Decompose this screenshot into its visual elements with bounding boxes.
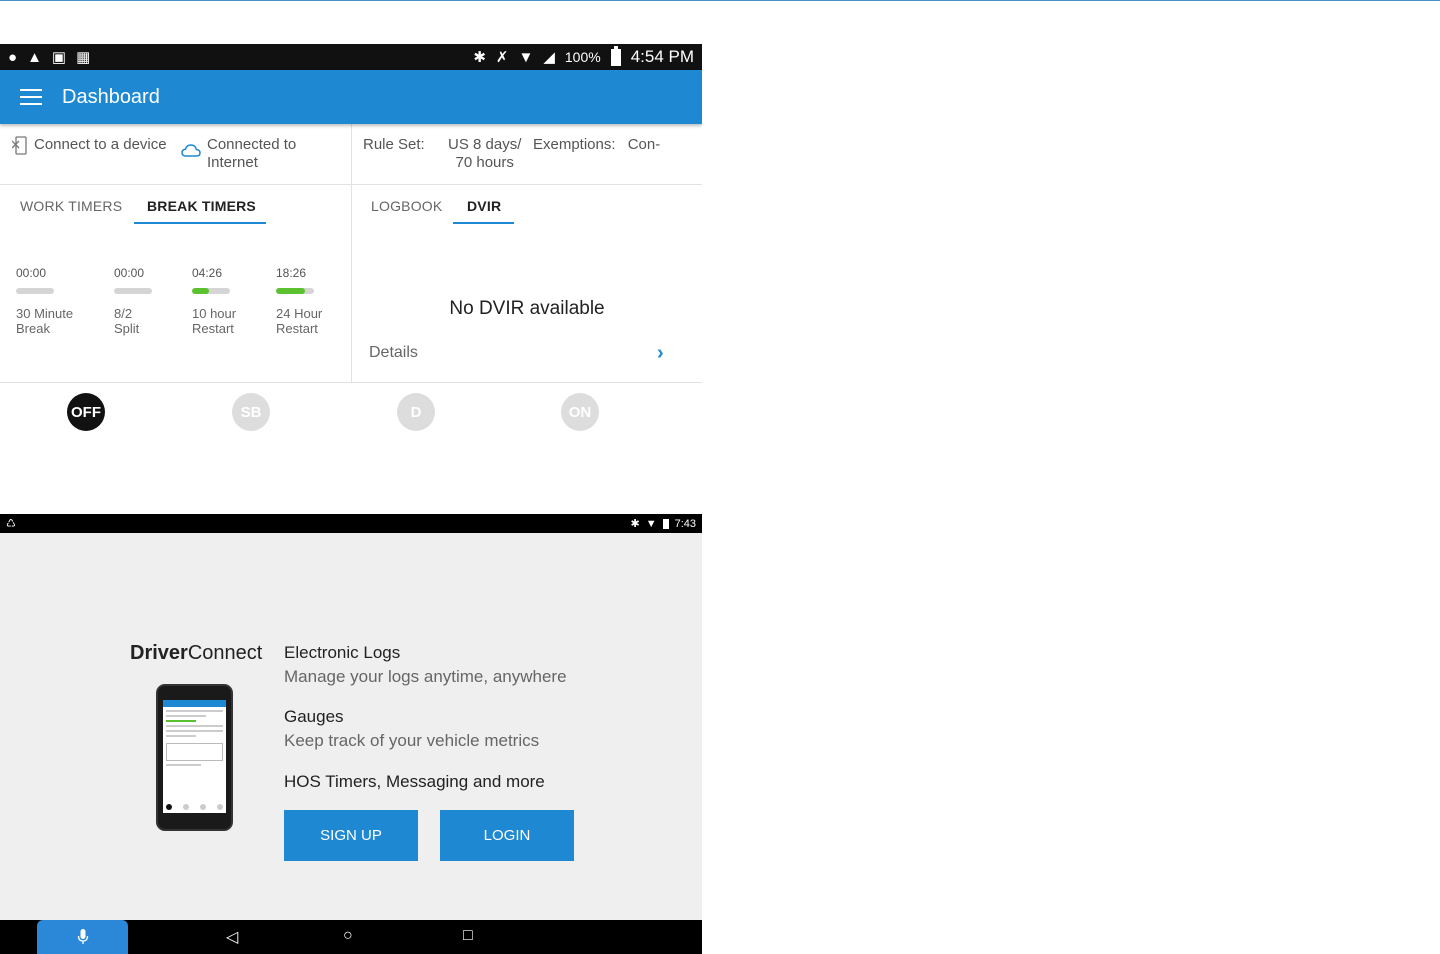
- back-icon[interactable]: ◁: [226, 927, 238, 947]
- page-title: Dashboard: [62, 85, 160, 108]
- exemptions: Exemptions: Con-: [533, 136, 660, 154]
- timer-label-line1: 10 hour: [192, 306, 237, 321]
- cloud-icon: [181, 144, 201, 157]
- duty-status-d-button[interactable]: D: [397, 393, 435, 431]
- feature-title: HOS Timers, Messaging and more: [284, 772, 545, 791]
- wifi-icon: ▼: [518, 48, 534, 66]
- log-tabs: LOGBOOK DVIR: [352, 186, 702, 226]
- brand-regular: Connect: [187, 642, 263, 664]
- timer-value: 18:26: [276, 266, 307, 280]
- login-button[interactable]: LOGIN: [440, 810, 574, 861]
- app-bar: Dashboard: [0, 70, 702, 124]
- sign-up-button[interactable]: SIGN UP: [284, 810, 418, 861]
- timer-value: 00:00: [114, 266, 145, 280]
- mic-button[interactable]: [37, 920, 128, 954]
- phone-screen: [163, 700, 226, 813]
- feature-gauges: Gauges Keep track of your vehicle metric…: [284, 707, 539, 751]
- battery-icon: [662, 518, 669, 529]
- timer-label-line2: Restart: [192, 321, 234, 336]
- device-disconnected-icon: [12, 136, 27, 155]
- internet-label-line1: Connected to: [207, 136, 297, 153]
- timer-tabs: WORK TIMERS BREAK TIMERS: [0, 186, 351, 226]
- horizontal-divider: [0, 382, 702, 383]
- ruleset-label: Rule Set:: [363, 136, 425, 153]
- ruleset: Rule Set: US 8 days/ 70 hours: [363, 136, 525, 172]
- clipboard-icon: ▦: [76, 48, 91, 66]
- connect-device-button[interactable]: Connect to a device: [12, 136, 167, 156]
- feature-electronic-logs: Electronic Logs Manage your logs anytime…: [284, 643, 567, 687]
- signal-icon: ◢: [543, 48, 555, 66]
- exemptions-value: Con-: [627, 136, 661, 153]
- alert-circle-icon: ●: [8, 48, 18, 66]
- status-bar: ♺ ✱ ▼ 7:43: [0, 514, 702, 533]
- battery-icon: [610, 45, 621, 66]
- exemptions-label: Exemptions:: [533, 136, 616, 153]
- status-bar: ● ▲ ▣ ▦ ✱ ✗ ▼ ◢ 100% 4:54 PM: [0, 44, 702, 70]
- ruleset-value-line1: US 8 days/: [448, 136, 522, 153]
- timer-progress-bar: [192, 288, 230, 294]
- timer-value: 00:00: [16, 266, 47, 280]
- bluetooth-icon: ✱: [630, 518, 640, 530]
- vertical-divider: [351, 124, 352, 382]
- tab-work-timers[interactable]: WORK TIMERS: [20, 198, 122, 214]
- tab-active-indicator: [453, 222, 514, 224]
- wifi-icon: ▼: [645, 517, 657, 530]
- warning-icon: ▲: [27, 48, 42, 66]
- tab-dvir[interactable]: DVIR: [467, 198, 501, 214]
- timer-label-line1: 30 Minute: [16, 306, 74, 321]
- timer-label-line2: Break: [16, 321, 50, 336]
- status-time: 7:43: [674, 517, 696, 530]
- feature-title: Electronic Logs: [284, 643, 401, 662]
- timer-label-line2: Split: [114, 321, 140, 336]
- home-icon[interactable]: ○: [343, 927, 353, 945]
- phone-illustration: [156, 684, 233, 831]
- mic-icon: [77, 929, 88, 944]
- status-time: 4:54 PM: [630, 47, 694, 66]
- timer-progress-fill: [276, 288, 306, 294]
- usb-icon: ♺: [6, 518, 16, 530]
- duty-status-sb-button[interactable]: SB: [232, 393, 270, 431]
- mute-icon: ✗: [495, 48, 509, 66]
- feature-title: Gauges: [284, 707, 344, 726]
- tab-logbook[interactable]: LOGBOOK: [371, 198, 442, 214]
- timer-8-2-split: 00:00 8/2 Split: [114, 266, 204, 336]
- duty-status-on-button[interactable]: ON: [561, 393, 599, 431]
- bluetooth-icon: ✱: [473, 48, 486, 66]
- menu-icon[interactable]: [20, 89, 42, 105]
- timer-label-line1: 8/2: [114, 306, 133, 321]
- image-icon: ▣: [51, 48, 67, 66]
- timer-progress-bar: [16, 288, 54, 294]
- timer-label-line1: 24 Hour: [276, 306, 323, 321]
- internet-label-line2: Internet: [207, 154, 258, 171]
- info-bar: Connect to a device Connected to Interne…: [0, 124, 702, 382]
- top-divider-line: [0, 0, 1440, 1]
- timer-progress-bar: [114, 288, 152, 294]
- feature-desc: Manage your logs anytime, anywhere: [284, 667, 567, 686]
- timer-30-minute-break: 00:00 30 Minute Break: [16, 266, 106, 336]
- login-screen: ♺ ✱ ▼ 7:43 DriverConnect Electronic Logs…: [0, 514, 702, 954]
- battery-percent: 100%: [564, 49, 601, 65]
- internet-status: Connected to Internet: [181, 136, 296, 172]
- connect-device-label: Connect to a device: [34, 136, 167, 153]
- timer-10-hour-restart: 04:26 10 hour Restart: [192, 266, 282, 336]
- ruleset-value-line2: 70 hours: [455, 154, 514, 171]
- brand-bold: Driver: [130, 642, 188, 664]
- timer-progress-bar: [276, 288, 314, 294]
- timer-progress-fill: [192, 288, 210, 294]
- tab-active-indicator: [134, 222, 266, 224]
- details-link[interactable]: Details: [369, 344, 418, 362]
- dashboard-screen: ● ▲ ▣ ▦ ✱ ✗ ▼ ◢ 100% 4:54 PM Dashboard C…: [0, 44, 702, 474]
- chevron-right-icon[interactable]: ›: [657, 342, 664, 365]
- timer-label-line2: Restart: [276, 321, 318, 336]
- brand-logo: DriverConnect: [130, 642, 262, 665]
- duty-status-off-button[interactable]: OFF: [67, 393, 105, 431]
- no-dvir-message: No DVIR available: [449, 298, 605, 319]
- timer-value: 04:26: [192, 266, 223, 280]
- system-nav-bar: ◁ ○ □: [0, 920, 702, 954]
- feature-hos-timers: HOS Timers, Messaging and more: [284, 772, 545, 792]
- recents-icon[interactable]: □: [463, 927, 473, 945]
- tab-break-timers[interactable]: BREAK TIMERS: [147, 198, 256, 214]
- feature-desc: Keep track of your vehicle metrics: [284, 731, 540, 750]
